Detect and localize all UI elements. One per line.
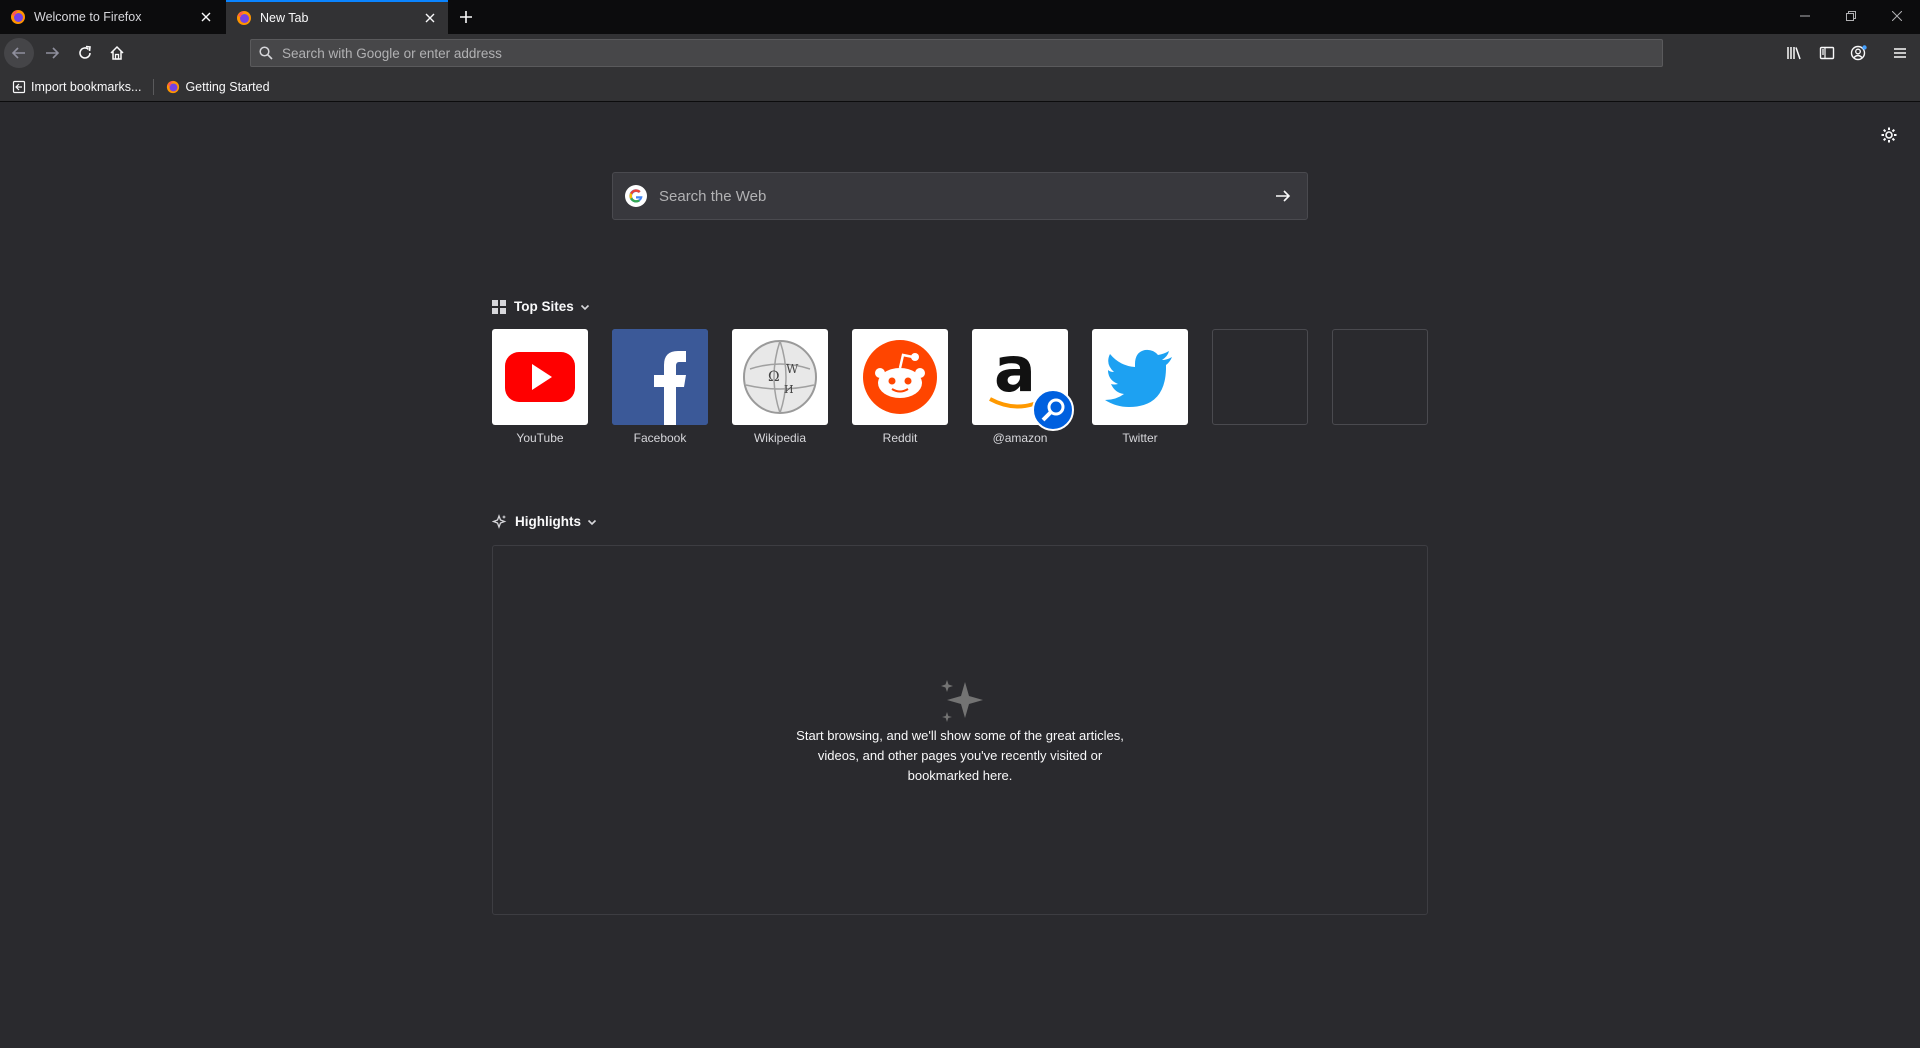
close-tab-icon[interactable] — [194, 5, 218, 29]
web-search-input[interactable] — [659, 187, 1263, 205]
arrow-right-icon — [1276, 190, 1291, 202]
bookmark-import[interactable]: Import bookmarks... — [6, 77, 147, 97]
facebook-logo-icon — [612, 329, 708, 425]
highlights-icon — [492, 514, 507, 529]
highlights-header[interactable]: Highlights — [492, 514, 597, 529]
message-line: videos, and other pages you've recently … — [817, 748, 1103, 763]
google-icon — [625, 185, 647, 207]
bookmark-label: Import bookmarks... — [31, 79, 142, 94]
top-site-tile[interactable]: Reddit — [852, 329, 948, 445]
back-button[interactable] — [4, 38, 34, 68]
svg-text:Ω: Ω — [768, 369, 780, 385]
bookmark-getting-started[interactable]: Getting Started — [160, 77, 275, 97]
sidebar-icon — [1819, 46, 1835, 60]
address-input[interactable] — [282, 45, 1662, 61]
home-icon — [110, 45, 124, 60]
import-icon — [12, 80, 26, 93]
new-tab-button[interactable] — [452, 4, 480, 30]
search-submit-button[interactable] — [1263, 176, 1303, 216]
message-line: Start browsing, and we'll show some of t… — [796, 728, 1124, 743]
twitter-logo-icon — [1092, 329, 1188, 425]
amazon-logo-icon: a — [972, 329, 1074, 431]
svg-text:И: И — [784, 383, 794, 396]
close-window-button[interactable] — [1874, 0, 1920, 32]
tab-title: New Tab — [260, 11, 309, 25]
web-search-box[interactable] — [612, 172, 1308, 220]
library-button[interactable] — [1780, 38, 1810, 68]
section-title: Top Sites — [514, 299, 574, 314]
gear-icon — [1881, 127, 1897, 143]
empty-tile — [1332, 329, 1428, 425]
sparkle-icon — [941, 680, 983, 722]
top-site-tile[interactable]: ΩWИ Wikipedia — [732, 329, 828, 445]
search-icon — [259, 46, 273, 60]
svg-text:a: a — [994, 333, 1036, 406]
empty-tile — [1212, 329, 1308, 425]
new-tab-page: Top Sites YouTube Facebook ΩWИ Wikipedia… — [0, 102, 1920, 1048]
close-icon — [1892, 11, 1902, 21]
account-icon — [1850, 45, 1867, 61]
bookmark-separator — [153, 78, 155, 95]
top-site-tile[interactable]: Twitter — [1092, 329, 1188, 445]
customize-button[interactable] — [1876, 122, 1902, 148]
wikipedia-logo-icon: ΩWИ — [732, 329, 828, 425]
top-site-tile[interactable]: a @amazon — [972, 329, 1074, 445]
minimize-icon — [1800, 15, 1810, 17]
top-site-name: Facebook — [633, 431, 687, 445]
library-icon — [1787, 47, 1801, 60]
reload-button[interactable] — [70, 38, 100, 68]
forward-button[interactable] — [37, 38, 67, 68]
empty-top-site-slot[interactable] — [1332, 329, 1428, 425]
chevron-down-icon — [580, 304, 589, 310]
arrow-right-icon — [46, 47, 60, 59]
firefox-icon — [237, 11, 251, 25]
address-bar[interactable] — [250, 39, 1663, 67]
search-badge-icon — [1032, 389, 1074, 431]
bookmarks-toolbar: Import bookmarks... Getting Started — [0, 72, 1920, 102]
menu-button[interactable] — [1885, 38, 1915, 68]
top-site-tile[interactable]: YouTube — [492, 329, 588, 445]
tab-new-tab[interactable]: New Tab — [226, 0, 448, 34]
firefox-icon — [167, 80, 180, 93]
reddit-logo-icon — [852, 329, 948, 425]
hamburger-menu-icon — [1894, 48, 1906, 58]
top-sites-header[interactable]: Top Sites — [492, 299, 590, 314]
close-tab-icon[interactable] — [418, 6, 442, 30]
top-site-name: Twitter — [1122, 431, 1158, 445]
highlights-empty-message: Start browsing, and we'll show some of t… — [493, 726, 1427, 786]
chevron-down-icon — [587, 519, 597, 525]
account-button[interactable] — [1844, 38, 1874, 68]
restore-button[interactable] — [1828, 0, 1874, 32]
svg-text:W: W — [786, 362, 799, 376]
home-button[interactable] — [102, 38, 132, 68]
navigation-toolbar — [0, 34, 1920, 72]
reload-icon — [79, 45, 91, 59]
section-title: Highlights — [515, 514, 581, 529]
arrow-left-icon — [11, 47, 25, 59]
highlights-empty-panel: Start browsing, and we'll show some of t… — [492, 545, 1428, 915]
top-site-name: Reddit — [882, 431, 918, 445]
top-site-name: Wikipedia — [753, 431, 807, 445]
tab-strip: Welcome to Firefox New Tab — [0, 0, 1920, 34]
top-site-name: YouTube — [516, 431, 564, 445]
empty-top-site-slot[interactable] — [1212, 329, 1308, 425]
restore-icon — [1846, 11, 1856, 21]
top-site-name: @amazon — [992, 431, 1048, 445]
grid-icon — [492, 299, 506, 314]
message-line: bookmarked here. — [907, 768, 1013, 783]
minimize-button[interactable] — [1782, 0, 1828, 32]
youtube-logo-icon — [492, 329, 588, 425]
tab-title: Welcome to Firefox — [34, 10, 142, 24]
top-site-tile[interactable]: Facebook — [612, 329, 708, 445]
tab-welcome[interactable]: Welcome to Firefox — [0, 0, 224, 34]
firefox-icon — [11, 10, 25, 24]
bookmark-label: Getting Started — [185, 79, 270, 94]
sidebar-button[interactable] — [1812, 38, 1842, 68]
plus-icon — [460, 11, 472, 23]
